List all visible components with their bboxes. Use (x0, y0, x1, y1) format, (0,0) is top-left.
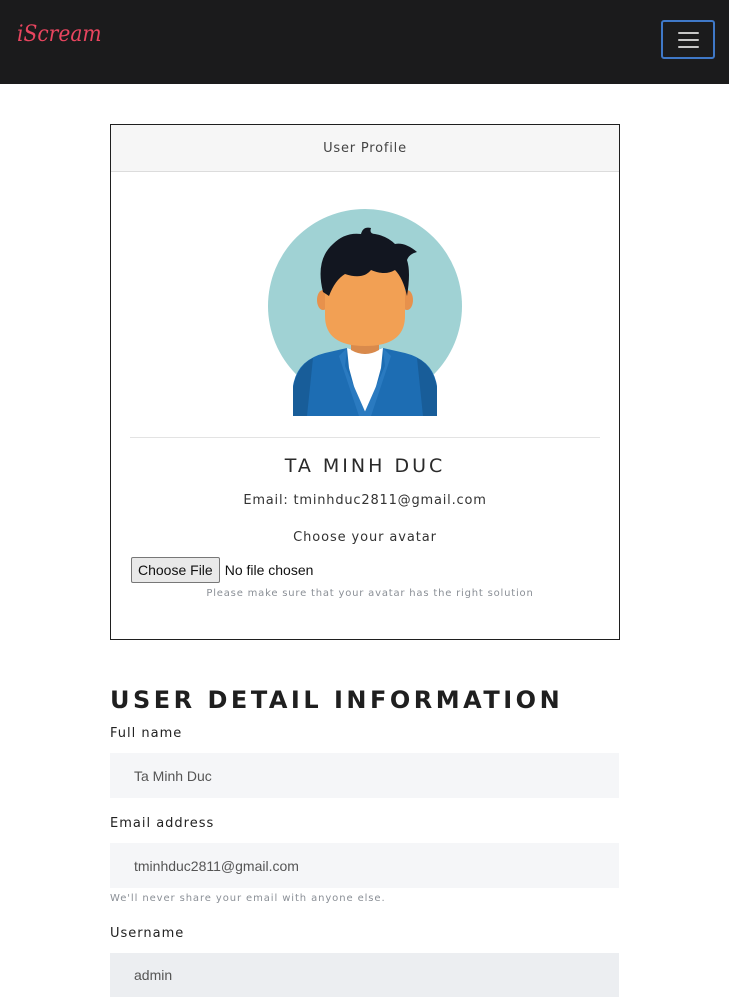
username-label: Username (110, 926, 185, 941)
email-input[interactable] (110, 843, 619, 888)
username-input[interactable] (110, 953, 619, 997)
top-navbar: iScream (0, 0, 729, 84)
email-help-text: We'll never share your email with anyone… (110, 893, 386, 904)
choose-avatar-label: Choose your avatar (293, 530, 437, 545)
choose-file-button[interactable]: Choose File (131, 557, 220, 583)
avatar-hint-text: Please make sure that your avatar has th… (206, 588, 534, 599)
card-divider (130, 437, 600, 438)
profile-name: TA MINH DUC (284, 455, 446, 477)
profile-email: Email: tminhduc2811@gmail.com (243, 493, 487, 508)
email-label: Email address (110, 816, 215, 831)
brand-logo[interactable]: iScream (17, 22, 102, 47)
full-name-input[interactable] (110, 753, 619, 798)
user-profile-card: User Profile TA MINH DUC Email: tminhduc… (110, 124, 620, 640)
section-title: USER DETAIL INFORMATION (110, 686, 564, 714)
file-status-text: No file chosen (224, 562, 314, 578)
user-avatar-icon (268, 209, 462, 416)
card-header: User Profile (111, 125, 619, 172)
avatar-file-input[interactable]: Choose File No file chosen (131, 557, 313, 583)
hamburger-menu-icon (677, 31, 699, 34)
full-name-label: Full name (110, 726, 183, 741)
navbar-toggle-button[interactable] (661, 20, 715, 59)
